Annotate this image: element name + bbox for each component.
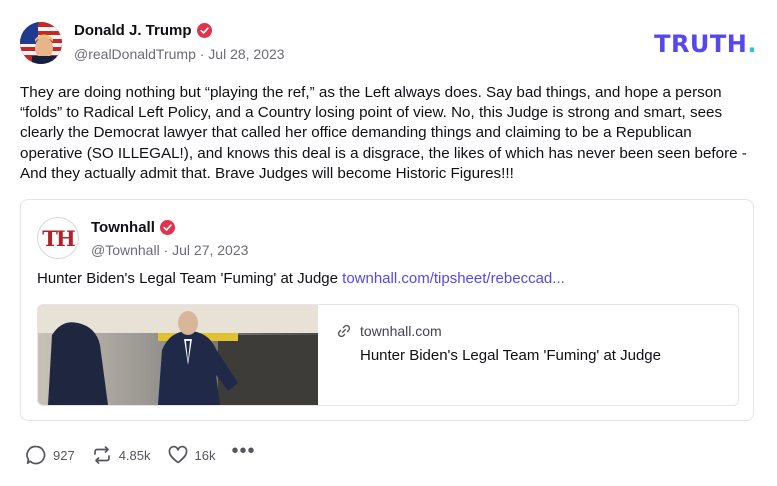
- verified-badge-icon: [196, 23, 212, 38]
- reply-count: 927: [53, 447, 75, 463]
- reply-button[interactable]: 927: [25, 444, 75, 466]
- retruth-button[interactable]: 4.85k: [91, 444, 151, 466]
- retruth-count: 4.85k: [118, 447, 151, 463]
- link-preview-card[interactable]: townhall.com Hunter Biden's Legal Team '…: [37, 304, 739, 406]
- verified-badge-icon: [159, 220, 175, 235]
- quoted-link[interactable]: townhall.com/tipsheet/rebeccad...: [342, 270, 565, 287]
- quoted-text-row: Hunter Biden's Legal Team 'Fuming' at Ju…: [37, 270, 565, 287]
- heart-icon: [168, 445, 187, 464]
- truth-logo-text: TRUTH: [654, 30, 748, 58]
- townhall-avatar[interactable]: TH: [37, 217, 79, 259]
- link-icon: [337, 324, 351, 338]
- post-text: They are doing nothing but “playing the …: [20, 84, 747, 182]
- author-name-row[interactable]: Donald J. Trump: [74, 22, 212, 39]
- quoted-author-name[interactable]: Townhall: [91, 219, 155, 236]
- author-avatar[interactable]: [20, 22, 62, 64]
- quoted-author-row[interactable]: Townhall: [91, 219, 175, 236]
- preview-image: [38, 305, 318, 405]
- repost-icon: [93, 446, 110, 464]
- quoted-post[interactable]: TH Townhall @Townhall · Jul 27, 2023 Hun…: [20, 199, 754, 421]
- quoted-text: Hunter Biden's Legal Team 'Fuming' at Ju…: [37, 270, 343, 287]
- author-handle-date[interactable]: @realDonaldTrump · Jul 28, 2023: [74, 46, 285, 62]
- truth-logo-dot: .: [747, 30, 757, 58]
- quoted-handle-date[interactable]: @Townhall · Jul 27, 2023: [91, 242, 248, 258]
- townhall-avatar-text: TH: [42, 225, 75, 251]
- like-button[interactable]: 16k: [167, 444, 216, 466]
- card-title: Hunter Biden's Legal Team 'Fuming' at Ju…: [360, 347, 661, 364]
- truth-logo: TRUTH.: [654, 30, 757, 58]
- post-actions: 927 4.85k 16k •••: [25, 441, 256, 466]
- like-count: 16k: [194, 447, 216, 463]
- comment-icon: [26, 445, 46, 465]
- author-name[interactable]: Donald J. Trump: [74, 22, 192, 39]
- card-domain-row: townhall.com: [336, 323, 442, 339]
- more-dots-icon[interactable]: •••: [231, 441, 255, 461]
- card-domain: townhall.com: [360, 323, 442, 339]
